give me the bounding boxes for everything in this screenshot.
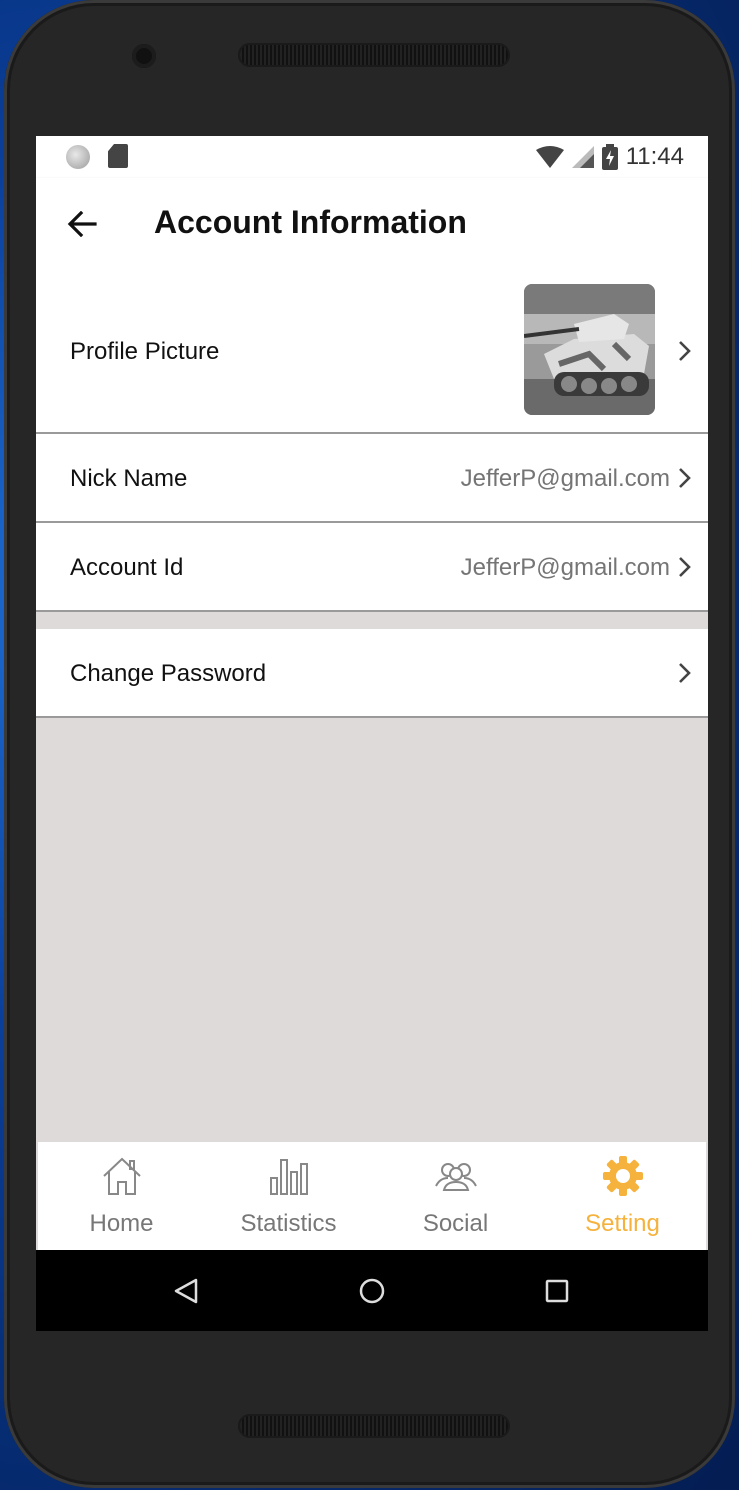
- home-circle-icon[interactable]: [357, 1276, 387, 1306]
- gear-icon: [602, 1156, 643, 1196]
- phone-screen: 11:44 Account Information Profile Pictur…: [36, 136, 708, 1331]
- recents-square-icon[interactable]: [542, 1276, 572, 1306]
- tab-statistics-label: Statistics: [240, 1210, 337, 1237]
- front-camera: [132, 44, 156, 68]
- account-id-row[interactable]: Account Id JefferP@gmail.com: [36, 523, 708, 612]
- app-bar: Account Information: [36, 178, 708, 268]
- nick-name-label: Nick Name: [70, 465, 188, 492]
- profile-picture-label: Profile Picture: [70, 338, 220, 365]
- notification-dot-icon: [66, 145, 90, 169]
- tab-setting[interactable]: Setting: [539, 1142, 706, 1250]
- people-icon: [434, 1163, 477, 1191]
- system-nav-bar: [36, 1250, 708, 1331]
- tab-home-label: Home: [89, 1210, 154, 1237]
- account-id-label: Account Id: [70, 554, 184, 581]
- nick-name-row[interactable]: Nick Name JefferP@gmail.com: [36, 434, 708, 523]
- tab-social[interactable]: Social: [372, 1142, 539, 1250]
- chevron-right-icon: [679, 663, 691, 683]
- tab-home[interactable]: Home: [38, 1142, 205, 1250]
- sd-card-icon: [108, 144, 128, 168]
- chevron-right-icon: [679, 341, 691, 361]
- status-time: 11:44: [625, 143, 684, 170]
- page-title: Account Information: [154, 204, 467, 240]
- arrow-left-icon: [67, 211, 97, 237]
- change-password-row[interactable]: Change Password: [36, 629, 708, 718]
- home-icon: [102, 1157, 141, 1195]
- profile-picture-row[interactable]: Profile Picture: [36, 268, 708, 434]
- status-bar: 11:44: [36, 136, 708, 178]
- bottom-tab-bar: Home Statistics Social Setting: [38, 1142, 706, 1250]
- chevron-right-icon: [679, 468, 691, 488]
- battery-charging-icon: [601, 144, 618, 170]
- change-password-label: Change Password: [70, 660, 267, 687]
- chevron-right-icon: [679, 557, 691, 577]
- profile-picture-image[interactable]: [524, 284, 655, 415]
- nick-name-value: JefferP@gmail.com: [460, 465, 670, 492]
- account-id-value: JefferP@gmail.com: [460, 554, 670, 581]
- back-button[interactable]: [62, 204, 102, 244]
- tab-social-label: Social: [422, 1210, 489, 1237]
- bar-chart-icon: [269, 1159, 308, 1195]
- tab-setting-label: Setting: [585, 1210, 660, 1237]
- wifi-icon: [535, 146, 564, 168]
- bottom-speaker: [238, 1414, 510, 1438]
- signal-icon: [571, 146, 594, 168]
- back-triangle-icon[interactable]: [171, 1276, 201, 1306]
- top-speaker: [238, 43, 510, 67]
- tab-statistics[interactable]: Statistics: [205, 1142, 372, 1250]
